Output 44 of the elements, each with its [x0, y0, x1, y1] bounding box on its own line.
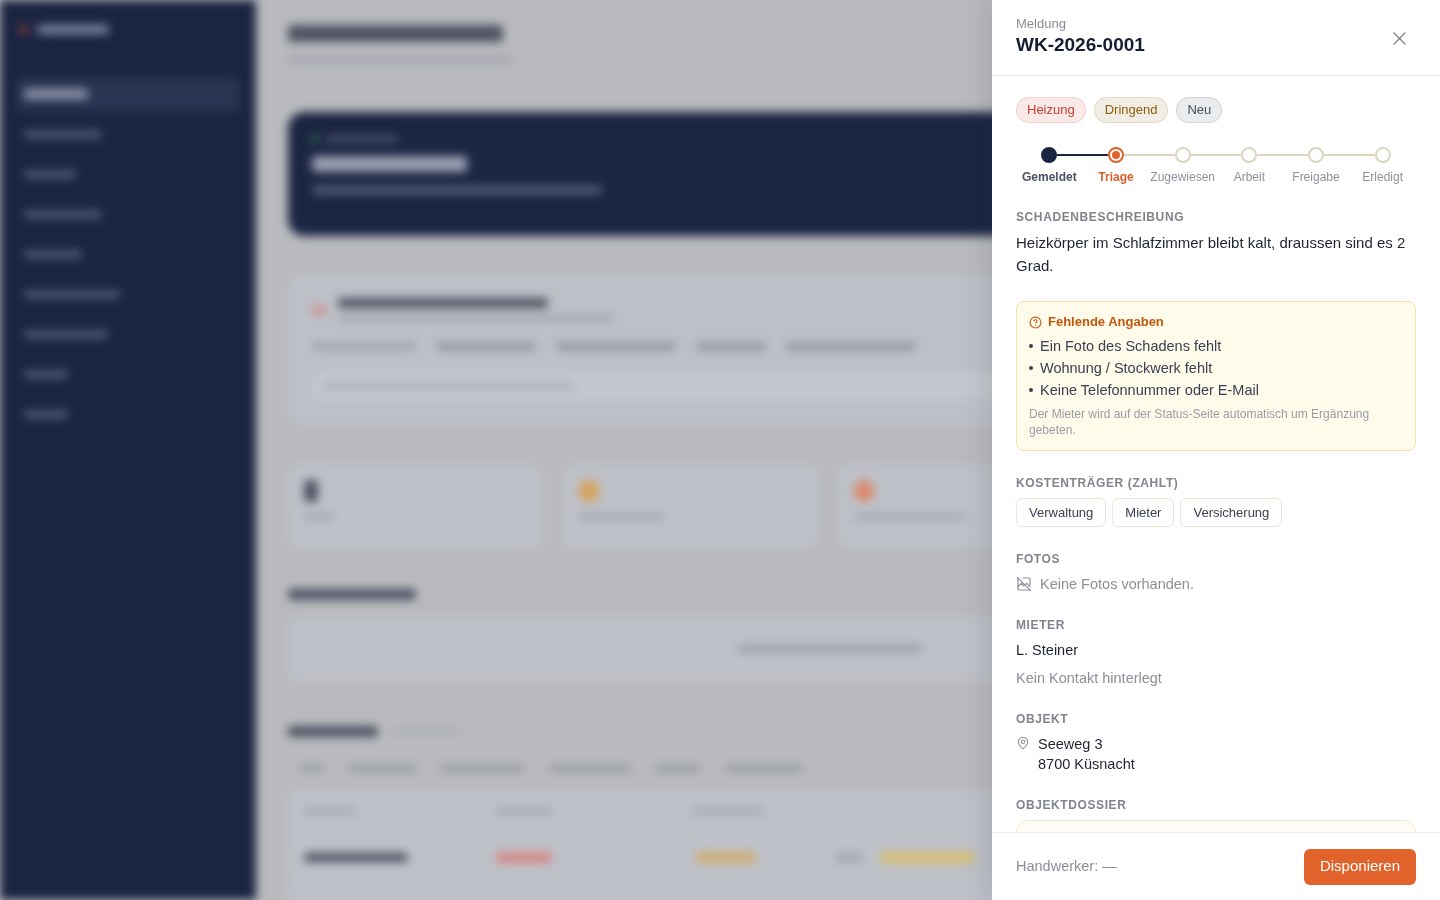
tenant-name: L. Steiner [1016, 641, 1080, 660]
image-off-icon [1016, 576, 1032, 592]
section-label: OBJEKTDOSSIER [1016, 797, 1128, 813]
step-label: Freigabe [1291, 169, 1341, 185]
section-label: MIETER [1016, 617, 1066, 633]
step-connector [1190, 154, 1242, 156]
step-label: Erledigt [1361, 169, 1404, 185]
step-connector [1324, 154, 1375, 156]
close-icon [1392, 31, 1406, 45]
question-circle-icon [1029, 315, 1042, 329]
step-label: Gemeldet [1021, 169, 1078, 185]
step-label: Arbeit [1232, 169, 1266, 185]
tag: Heizung [1016, 97, 1086, 123]
assignee-text: Handwerker: — [1016, 856, 1117, 876]
missing-item: Wohnung / Stockwerk fehlt [1040, 359, 1213, 378]
section-label: OBJEKT [1016, 711, 1070, 727]
section-label: SCHADENBESCHREIBUNG [1016, 209, 1186, 225]
map-pin-icon [1016, 736, 1030, 750]
section-label: FOTOS [1016, 551, 1062, 567]
bullet-icon [1029, 366, 1033, 370]
cost-bearer-option[interactable]: Versicherung [1180, 498, 1283, 527]
step-label: Triage [1097, 169, 1135, 185]
bullet-icon [1029, 388, 1033, 392]
drawer-eyebrow: Meldung [1016, 16, 1067, 32]
section-label: KOSTENTRÄGER (ZAHLT) [1016, 475, 1180, 491]
warning-note: Der Mieter wird auf der Status-Seite automatisch um Ergänzung gebeten. [1029, 406, 1371, 438]
tag: Dringend [1093, 97, 1169, 123]
missing-item: Ein Foto des Schadens fehlt [1040, 337, 1222, 356]
drawer-title: WK-2026-0001 [1016, 33, 1145, 57]
step-connector [1057, 154, 1108, 156]
tenant-contact: Kein Kontakt hinterlegt [1016, 669, 1163, 688]
address-line: 8700 Küsnacht [1038, 755, 1135, 774]
bullet-icon [1029, 344, 1033, 348]
step-connector [1123, 154, 1175, 156]
damage-description: Heizkörper im Schlafzimmer bleibt kalt, draussen sind es 2 Grad. [1016, 233, 1407, 276]
step-connector [1257, 154, 1309, 156]
empty-photos-text: Keine Fotos vorhanden. [1040, 575, 1194, 594]
tag: Neu [1176, 97, 1223, 123]
step-label: Zugewiesen [1149, 169, 1216, 185]
missing-item: Keine Telefonnummer oder E-Mail [1040, 381, 1259, 400]
cost-bearer-option[interactable]: Mieter [1112, 498, 1175, 527]
warning-title: Fehlende Angaben [1048, 314, 1164, 330]
cost-bearer-option[interactable]: Verwaltung [1016, 498, 1107, 527]
address-line: Seeweg 3 [1038, 735, 1104, 754]
